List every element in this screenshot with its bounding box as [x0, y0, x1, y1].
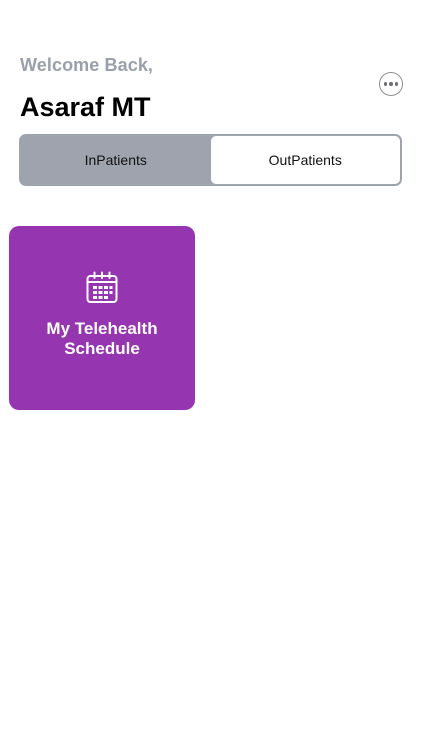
welcome-greeting: Welcome Back,	[20, 55, 154, 75]
patient-type-segmented-control: InPatients OutPatients	[19, 134, 402, 186]
ellipsis-dot	[394, 82, 399, 86]
ellipsis-circle-icon	[383, 82, 388, 86]
user-name: Asaraf MT	[20, 92, 151, 122]
tile-label: My Telehealth Schedule	[46, 319, 158, 358]
more-options-button[interactable]	[379, 72, 403, 96]
telehealth-schedule-tile[interactable]: My Telehealth Schedule	[9, 226, 195, 410]
ellipsis-dot	[389, 82, 393, 86]
segment-outpatients[interactable]: OutPatients	[210, 136, 400, 184]
segment-inpatients[interactable]: InPatients	[21, 136, 211, 184]
calendar-icon	[86, 271, 118, 303]
